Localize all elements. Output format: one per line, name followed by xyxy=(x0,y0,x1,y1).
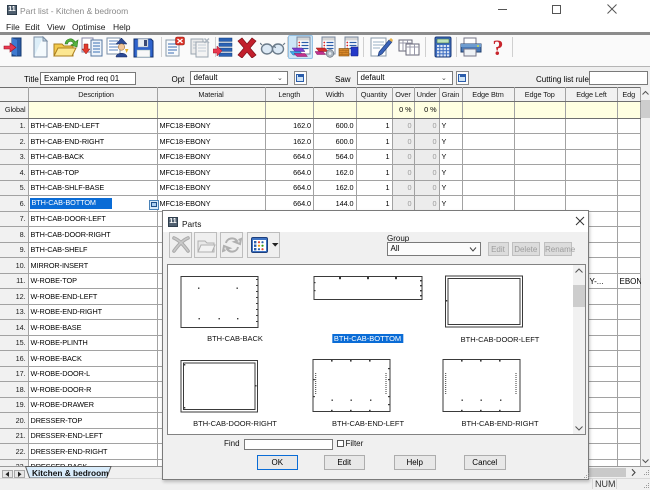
svg-text:?: ? xyxy=(493,36,504,58)
